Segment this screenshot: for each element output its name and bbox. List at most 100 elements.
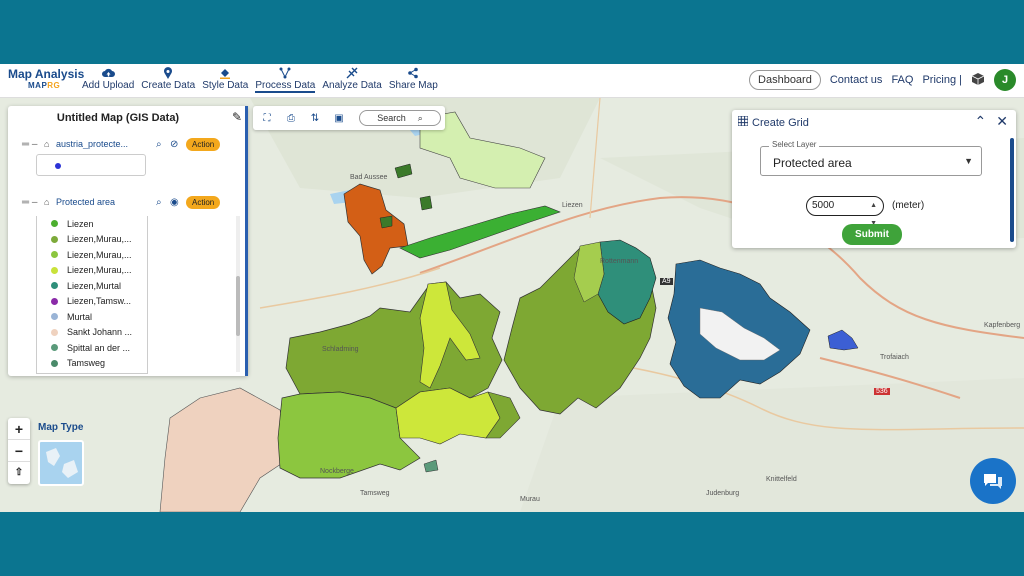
layer-panel: Untitled Map (GIS Data) ✎ ═ – ⌂ austria_… [8, 106, 248, 376]
legend-swatch [55, 163, 61, 169]
comment-icon[interactable]: ▣ [331, 113, 347, 124]
legend-swatch [51, 266, 58, 274]
legend-label: Murtal [67, 311, 93, 322]
action-button[interactable]: Action [186, 137, 221, 151]
panel-title: Create Grid [737, 115, 809, 129]
print-icon[interactable]: ⎙ [283, 113, 299, 124]
legend-item: Liezen,Murau,... [37, 263, 147, 279]
action-button[interactable]: Action [186, 195, 221, 209]
scrollbar[interactable] [1010, 138, 1014, 242]
submit-button[interactable]: Submit [842, 224, 902, 245]
eye-off-icon[interactable]: ⊘ [170, 139, 184, 150]
place-label: Nockberge [320, 468, 354, 475]
place-label: Judenburg [706, 490, 740, 497]
map-app: Map Analysis MAPRG Add Upload Create Dat… [0, 64, 1024, 512]
zoom-to-layer-icon[interactable]: ⌕ [156, 197, 170, 208]
user-avatar[interactable]: J [994, 69, 1016, 91]
place-label: Schladming [322, 346, 359, 353]
legend-swatch [51, 344, 58, 352]
legend-swatch [51, 251, 58, 259]
top-navbar: Map Analysis MAPRG Add Upload Create Dat… [0, 64, 1024, 98]
place-label: Rottenmann [600, 258, 639, 265]
drag-handle-icon[interactable]: ═ – [22, 139, 44, 150]
grid-icon [737, 115, 749, 129]
measure-icon[interactable]: ⇅ [307, 113, 323, 124]
drag-handle-icon[interactable]: ═ – [22, 197, 44, 208]
road-badge: 536 [874, 388, 890, 395]
place-label: Trofaiach [880, 354, 909, 361]
brand-logo[interactable]: Map Analysis MAPRG [8, 67, 84, 90]
process-icon [278, 66, 292, 80]
create-grid-panel: Create Grid ⌃ ✕ Select Layer Protected a… [732, 110, 1016, 248]
nav-label: Share Map [388, 80, 438, 91]
brand-subtitle: MAPRG [28, 81, 61, 90]
legend-swatch [51, 282, 58, 290]
unit-label: (meter) [892, 200, 925, 211]
legend-swatch [51, 313, 58, 321]
collapse-chevron-up-icon[interactable]: ⌃ [975, 113, 987, 130]
legend-label: Liezen,Murau,... [67, 265, 132, 276]
fullscreen-icon[interactable]: ⛶ [259, 113, 275, 124]
legend-label: Liezen,Murau,... [67, 249, 132, 260]
legend-item: Sankt Johann ... [37, 325, 147, 341]
select-legend: Select Layer [769, 140, 820, 149]
legend-item: Liezen,Tamsw... [37, 294, 147, 310]
scrollbar[interactable] [236, 216, 240, 372]
layer-row-protected-area[interactable]: ═ – ⌂ Protected area ⌕ ◉ Action [8, 192, 248, 212]
pencil-icon[interactable]: ✎ [232, 110, 242, 124]
layer-name[interactable]: austria_protecte... [56, 139, 156, 149]
chevron-down-icon: ▼ [964, 156, 973, 166]
compass-icon[interactable]: ⇧ [8, 462, 30, 484]
select-value: Protected area [773, 156, 852, 170]
chat-icon [984, 474, 1002, 489]
legend-item: Murtal [37, 309, 147, 325]
nav-create-data[interactable]: Create Data [139, 66, 197, 93]
legend-swatch [51, 235, 58, 243]
grid-size-input[interactable]: 5000 ▲▼ [806, 196, 884, 227]
legend-label: Spittal an der ... [67, 342, 131, 353]
contact-link[interactable]: Contact us [830, 74, 883, 86]
nav-process-data[interactable]: Process Data [253, 66, 317, 93]
zoom-out-button[interactable]: − [8, 440, 30, 462]
close-icon[interactable]: ✕ [996, 113, 1008, 130]
eye-icon[interactable]: ◉ [170, 197, 184, 208]
chat-button[interactable] [970, 458, 1016, 504]
right-nav: Dashboard Contact us FAQ Pricing | J [749, 69, 1016, 91]
layer-legend [36, 154, 146, 176]
place-label: Bad Aussee [350, 174, 388, 181]
analyze-icon [345, 66, 359, 80]
zoom-to-layer-icon[interactable]: ⌕ [156, 139, 170, 150]
zoom-controls: + − ⇧ [8, 418, 30, 484]
panel-resize-handle[interactable] [245, 106, 248, 376]
nav-label: Process Data [255, 80, 316, 93]
search-button[interactable]: Search ⌕ [359, 110, 441, 126]
legend-label: Liezen,Tamsw... [67, 296, 132, 307]
nav-label: Style Data [202, 80, 249, 91]
faq-link[interactable]: FAQ [891, 74, 913, 86]
map-type-thumbnail[interactable] [38, 440, 84, 486]
legend-swatch [51, 328, 58, 336]
place-label: Liezen [562, 202, 583, 209]
map-pin-icon [161, 66, 175, 80]
nav-label: Add Upload [82, 80, 135, 91]
nav-share-map[interactable]: Share Map [387, 66, 440, 93]
cube-icon[interactable] [971, 72, 985, 89]
legend-item: Liezen,Murau,... [37, 247, 147, 263]
nav-style-data[interactable]: Style Data [200, 66, 250, 93]
polygon-icon: ⌂ [44, 197, 50, 207]
nav-add-upload[interactable]: Add Upload [80, 66, 136, 93]
pricing-link[interactable]: Pricing | [922, 74, 962, 86]
layer-name[interactable]: Protected area [56, 197, 156, 207]
zoom-in-button[interactable]: + [8, 418, 30, 440]
legend-swatch [51, 359, 58, 367]
share-icon [406, 66, 420, 80]
layer-select[interactable]: Select Layer Protected area ▼ [760, 140, 982, 176]
nav-label: Analyze Data [322, 80, 382, 91]
legend-swatch [51, 297, 58, 305]
legend-item: Liezen [37, 216, 147, 232]
nav-analyze-data[interactable]: Analyze Data [320, 66, 383, 93]
road-badge: A9 [660, 278, 673, 285]
cloud-upload-icon [101, 66, 115, 80]
layer-row-austria[interactable]: ═ – ⌂ austria_protecte... ⌕ ⊘ Action [8, 134, 248, 154]
dashboard-button[interactable]: Dashboard [749, 70, 821, 90]
